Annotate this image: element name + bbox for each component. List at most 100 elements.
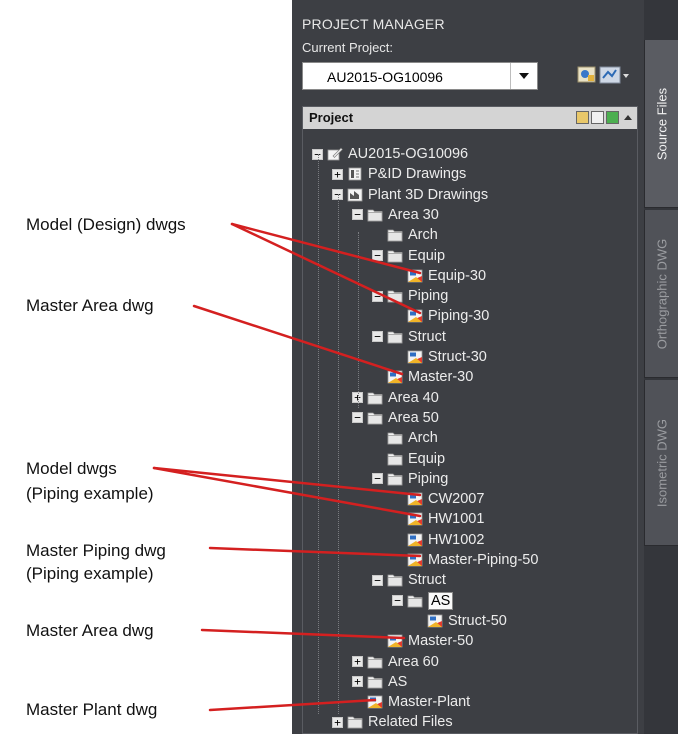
tree-item-label: Arch	[408, 430, 438, 447]
expand-icon[interactable]: +	[352, 676, 363, 688]
folder-icon	[387, 228, 408, 242]
tree-item-label: Related Files	[368, 714, 453, 731]
pid-icon	[347, 167, 368, 181]
tree-item[interactable]: − Area 50	[352, 408, 439, 428]
folder-icon	[347, 715, 368, 729]
collapse-icon[interactable]: −	[372, 290, 383, 302]
folder-icon	[387, 431, 408, 445]
tree-item-label: Master-Plant	[388, 694, 471, 711]
tree-item[interactable]: − AU2015-OG10096	[312, 144, 468, 164]
tree-item[interactable]: + AS	[352, 672, 407, 692]
tree-item-label: Plant 3D Drawings	[368, 186, 489, 203]
tree-item[interactable]: Master-Piping-50	[392, 550, 538, 570]
tree-item-label: Area 40	[388, 389, 439, 406]
tree-item-label: Area 50	[388, 409, 439, 426]
tree-item[interactable]: − Equip	[372, 246, 445, 266]
tree-item[interactable]: − Struct	[372, 570, 446, 590]
annotation-master-area-30: Master Area dwg	[26, 296, 154, 315]
tree-item-label: Equip	[408, 247, 446, 264]
tab-source-files[interactable]: Source Files	[644, 40, 678, 208]
dwg-icon	[407, 269, 428, 283]
annotation-master-piping: Master Piping dwg	[26, 541, 166, 560]
project-manager-palette: PROJECT MANAGER Current Project: AU2015-…	[292, 0, 678, 734]
tree-item-label: AU2015-OG10096	[348, 146, 469, 162]
tree-item[interactable]: + P&ID Drawings	[332, 164, 466, 184]
collapse-icon[interactable]: −	[372, 574, 383, 586]
tree-item[interactable]: − Piping	[372, 469, 448, 489]
tree-item[interactable]: Arch	[372, 428, 438, 448]
folder-icon	[407, 594, 428, 608]
expand-icon[interactable]: +	[332, 168, 343, 180]
tree-item-label: Equip-30	[428, 267, 487, 284]
tree-item[interactable]: Piping-30	[392, 306, 489, 326]
plant-icon	[347, 188, 368, 202]
dwg-icon	[407, 512, 428, 526]
project-icon	[327, 147, 348, 161]
folder-icon	[367, 655, 388, 669]
tree-item[interactable]: Equip-30	[392, 266, 486, 286]
tree-item[interactable]: + Area 40	[352, 388, 439, 408]
folder-icon	[387, 573, 408, 587]
tree-guide-line	[318, 154, 319, 714]
tab-orthographic-dwg[interactable]: Orthographic DWG	[644, 210, 678, 378]
dwg-icon	[407, 350, 428, 364]
side-tab-strip: Source Files Orthographic DWG Isometric …	[644, 0, 678, 734]
tree-item-label: Area 30	[388, 206, 439, 223]
expand-icon[interactable]: +	[352, 656, 363, 667]
tree-item-label: Master-30	[408, 369, 474, 386]
tree-item-label: Piping-30	[428, 308, 490, 325]
tree-item[interactable]: Struct-30	[392, 347, 487, 367]
collapse-icon[interactable]: −	[352, 209, 363, 221]
tree-item[interactable]: Arch	[372, 225, 438, 245]
annotation-piping-example-2: (Piping example)	[26, 564, 154, 583]
tab-isometric-dwg[interactable]: Isometric DWG	[644, 380, 678, 546]
tree-item[interactable]: − Plant 3D Drawings	[332, 185, 488, 205]
tree-item[interactable]: CW2007	[392, 489, 484, 509]
folder-icon	[387, 452, 408, 466]
dwg-icon	[387, 370, 408, 384]
collapse-icon[interactable]: −	[372, 250, 383, 261]
tree-guide-line	[358, 232, 359, 408]
annotation-model-design-dwgs: Model (Design) dwgs	[26, 215, 186, 234]
dwg-icon	[387, 634, 408, 648]
folder-icon	[367, 675, 388, 689]
tree-item[interactable]: + Related Files	[332, 712, 453, 732]
tree-item-label: AS	[388, 673, 408, 690]
tree-item[interactable]: Master-30	[372, 367, 473, 387]
annotation-master-plant: Master Plant dwg	[26, 700, 158, 719]
expand-icon[interactable]: +	[332, 716, 343, 728]
collapse-icon[interactable]: −	[352, 412, 363, 424]
dwg-icon	[407, 553, 428, 567]
folder-icon	[387, 330, 408, 344]
tree-item[interactable]: HW1001	[392, 509, 484, 529]
tree-item-label: HW1001	[428, 511, 485, 528]
tree-item[interactable]: HW1002	[392, 530, 484, 550]
tree-item-label: Area 60	[388, 653, 439, 670]
tree-item[interactable]: − AS	[392, 591, 454, 611]
folder-icon	[387, 472, 408, 486]
collapse-icon[interactable]: −	[372, 331, 383, 343]
tree-item[interactable]: Master-50	[372, 631, 473, 651]
tree-item-label: Master-50	[408, 633, 474, 650]
dwg-icon	[407, 533, 428, 547]
tree-item[interactable]: − Area 30	[352, 205, 439, 225]
tree-item[interactable]: Master-Plant	[352, 692, 470, 712]
folder-icon	[367, 411, 388, 425]
tree-item[interactable]: − Piping	[372, 286, 448, 306]
collapse-icon[interactable]: −	[392, 595, 403, 607]
tree-item[interactable]: Struct-50	[412, 611, 507, 631]
tree-item-label: Master-Piping-50	[428, 552, 539, 568]
tree-item-label: CW2007	[428, 491, 485, 508]
collapse-icon[interactable]: −	[372, 473, 383, 485]
folder-icon	[387, 249, 408, 263]
tree-item-label: Piping	[408, 288, 449, 305]
tree-item-label: Struct	[408, 572, 446, 589]
tree-item[interactable]: Equip	[372, 449, 445, 469]
dwg-icon	[427, 614, 448, 628]
tree-item[interactable]: − Struct	[372, 327, 446, 347]
tree-item-label: Arch	[408, 227, 438, 244]
annotation-piping-example-1: (Piping example)	[26, 484, 154, 503]
tree-guide-line	[338, 194, 339, 714]
tree-item[interactable]: + Area 60	[352, 652, 439, 672]
project-tree: − AU2015-OG10096 + P&ID Drawings − Plant 3D D…	[292, 0, 644, 734]
